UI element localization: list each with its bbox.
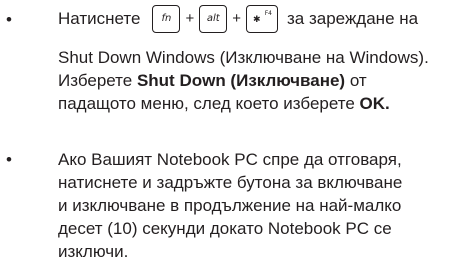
- bold-ok-option: OK.: [359, 94, 390, 113]
- fn-key-label: fn: [161, 13, 172, 24]
- plus-sign: +: [185, 10, 195, 27]
- key-combination-line: Натиснете fn + alt + ✱ F4 за зареждане н…: [58, 0, 468, 38]
- text-line: падащото меню, след което изберете OK.: [58, 92, 468, 115]
- text-segment: от: [345, 71, 367, 90]
- bold-menu-option: Shut Down (Изключване): [136, 71, 346, 90]
- instruction-continuation: Shut Down Windows (Изключване на Windows…: [58, 46, 468, 115]
- instruction-intro: Натиснете: [58, 9, 141, 28]
- f4-key-label: F4: [264, 10, 272, 17]
- text-line: десет (10) секунди докато Notebook PC се: [58, 219, 392, 238]
- text-line: натиснете и задръжте бутона за включване: [58, 173, 403, 192]
- text-line: изключи.: [58, 242, 129, 261]
- document-page: • Натиснете fn + alt + ✱ F4 за зареждане…: [0, 0, 470, 268]
- sleep-icon: ✱: [253, 15, 261, 25]
- alt-key-icon: alt: [199, 5, 228, 33]
- list-item-text: Ако Вашият Notebook PC спре да отговаря,…: [58, 148, 468, 263]
- instruction-after-keys: за зареждане на: [287, 9, 419, 28]
- text-line: Shut Down Windows (Изключване на Windows…: [58, 48, 429, 67]
- text-line: Изберете Shut Down (Изключване) от: [58, 69, 468, 92]
- text-segment: Изберете: [58, 71, 137, 90]
- text-segment: падащото меню, след което изберете: [58, 94, 360, 113]
- bullet-marker: •: [6, 150, 12, 169]
- text-line: и изключване в продължение на най-малко: [58, 196, 402, 215]
- list-item-text: Натиснете fn + alt + ✱ F4 за зареждане н…: [58, 0, 468, 115]
- alt-key-label: alt: [206, 13, 220, 24]
- text-line: Ако Вашият Notebook PC спре да отговаря,: [58, 150, 402, 169]
- f4-key-icon: ✱ F4: [246, 5, 278, 33]
- fn-key-icon: fn: [152, 5, 181, 33]
- bullet-marker: •: [6, 10, 12, 29]
- plus-sign: +: [232, 10, 241, 27]
